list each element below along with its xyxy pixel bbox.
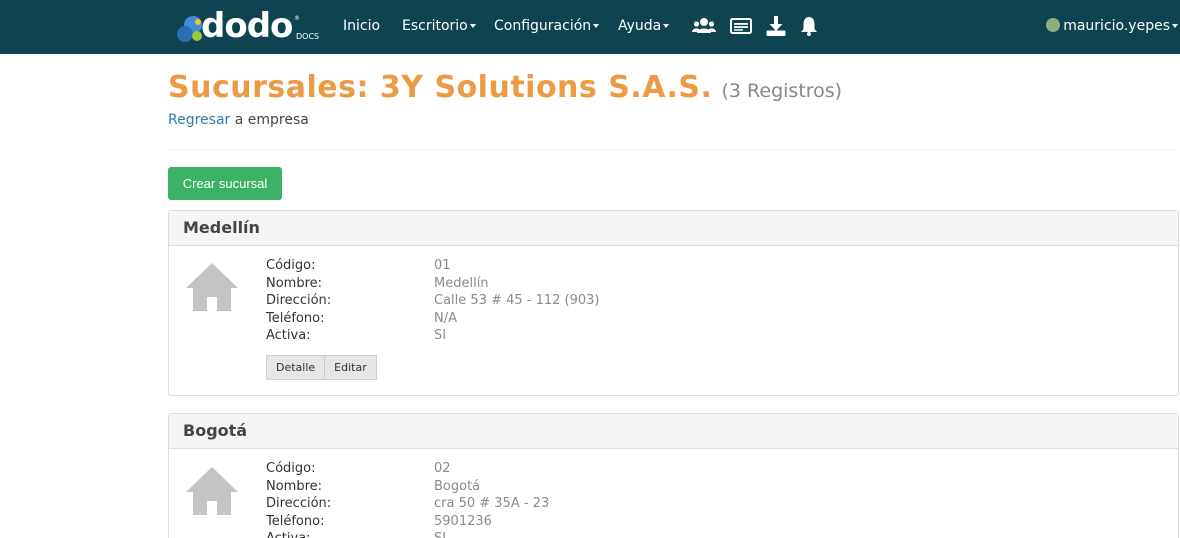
value-code: 01 xyxy=(434,258,451,273)
download-icon[interactable] xyxy=(764,15,788,37)
navbar: dodo ® DOCS Inicio Escritorio Configurac… xyxy=(0,0,1180,54)
label-address: Dirección: xyxy=(266,496,332,511)
label-code: Código: xyxy=(266,258,316,273)
label-code: Código: xyxy=(266,461,316,476)
value-address: cra 50 # 35A - 23 xyxy=(434,496,550,511)
dodo-logo[interactable]: dodo ® DOCS xyxy=(176,6,321,47)
label-phone: Teléfono: xyxy=(266,310,325,326)
branch-panel: Bogotá Código: Nombre: Dirección: Teléfo… xyxy=(168,413,1179,538)
page-title: Sucursales: 3Y Solutions S.A.S. (3 Regis… xyxy=(168,70,842,105)
value-name: Bogotá xyxy=(434,478,481,494)
value-phone: 5901236 xyxy=(434,513,492,529)
chevron-down-icon xyxy=(469,24,476,28)
back-line: Regresar a empresa xyxy=(168,112,309,128)
value-code: 02 xyxy=(434,461,451,476)
back-link[interactable]: Regresar xyxy=(168,112,230,128)
branch-panel: Medellín Código: Nombre: Dirección: Telé… xyxy=(168,210,1179,396)
record-count: (3 Registros) xyxy=(721,80,843,102)
label-phone: Teléfono: xyxy=(266,513,325,529)
nav-ayuda[interactable]: Ayuda xyxy=(618,0,670,54)
field-values: 01 Medellín Calle 53 # 45 - 112 (903) N/… xyxy=(434,257,600,345)
field-labels: Código: Nombre: Dirección: Teléfono: Act… xyxy=(266,257,331,345)
back-suffix: a empresa xyxy=(230,112,309,128)
value-active: SI xyxy=(434,530,549,538)
chevron-down-icon xyxy=(663,24,670,28)
label-address: Dirección: xyxy=(266,293,332,308)
action-buttons: Detalle Editar xyxy=(266,355,377,380)
logo-subtext: DOCS xyxy=(296,32,320,41)
label-name: Nombre: xyxy=(266,275,323,291)
nav-escritorio-label: Escritorio xyxy=(402,18,468,34)
value-name: Medellín xyxy=(434,275,489,291)
user-menu[interactable]: mauricio.yepes xyxy=(1046,0,1178,54)
nav-inicio[interactable]: Inicio xyxy=(343,0,380,54)
value-active: SI xyxy=(434,328,447,343)
branch-title: Medellín xyxy=(169,211,1178,246)
globe-icon xyxy=(1046,18,1061,32)
house-icon xyxy=(186,467,238,515)
users-icon[interactable] xyxy=(692,15,716,37)
branch-title: Bogotá xyxy=(169,414,1178,449)
nav-inicio-label: Inicio xyxy=(343,18,381,34)
house-icon xyxy=(186,263,238,311)
label-active: Activa: xyxy=(266,530,331,538)
value-phone: N/A xyxy=(434,310,457,326)
label-active: Activa: xyxy=(266,328,311,343)
nav-configuracion-label: Configuración xyxy=(494,18,592,34)
chevron-down-icon xyxy=(1172,24,1178,28)
edit-button[interactable]: Editar xyxy=(325,355,377,380)
logo-text: dodo xyxy=(201,6,293,46)
nav-configuracion[interactable]: Configuración xyxy=(494,0,600,54)
bell-icon[interactable] xyxy=(797,15,821,37)
field-values: 02 Bogotá cra 50 # 35A - 23 5901236 SI xyxy=(434,460,549,538)
nav-ayuda-label: Ayuda xyxy=(618,18,662,34)
label-name: Nombre: xyxy=(266,478,323,494)
create-branch-button[interactable]: Crear sucursal xyxy=(168,167,282,200)
divider xyxy=(168,149,1176,150)
username: mauricio.yepes xyxy=(1063,18,1170,34)
id-card-icon[interactable] xyxy=(729,15,753,37)
nav-escritorio[interactable]: Escritorio xyxy=(402,0,476,54)
chevron-down-icon xyxy=(593,24,600,28)
value-address: Calle 53 # 45 - 112 (903) xyxy=(434,293,600,308)
logo-registered: ® xyxy=(294,15,300,22)
field-labels: Código: Nombre: Dirección: Teléfono: Act… xyxy=(266,460,331,538)
page-title-text: Sucursales: 3Y Solutions S.A.S. xyxy=(168,70,713,105)
detail-button[interactable]: Detalle xyxy=(266,355,326,380)
